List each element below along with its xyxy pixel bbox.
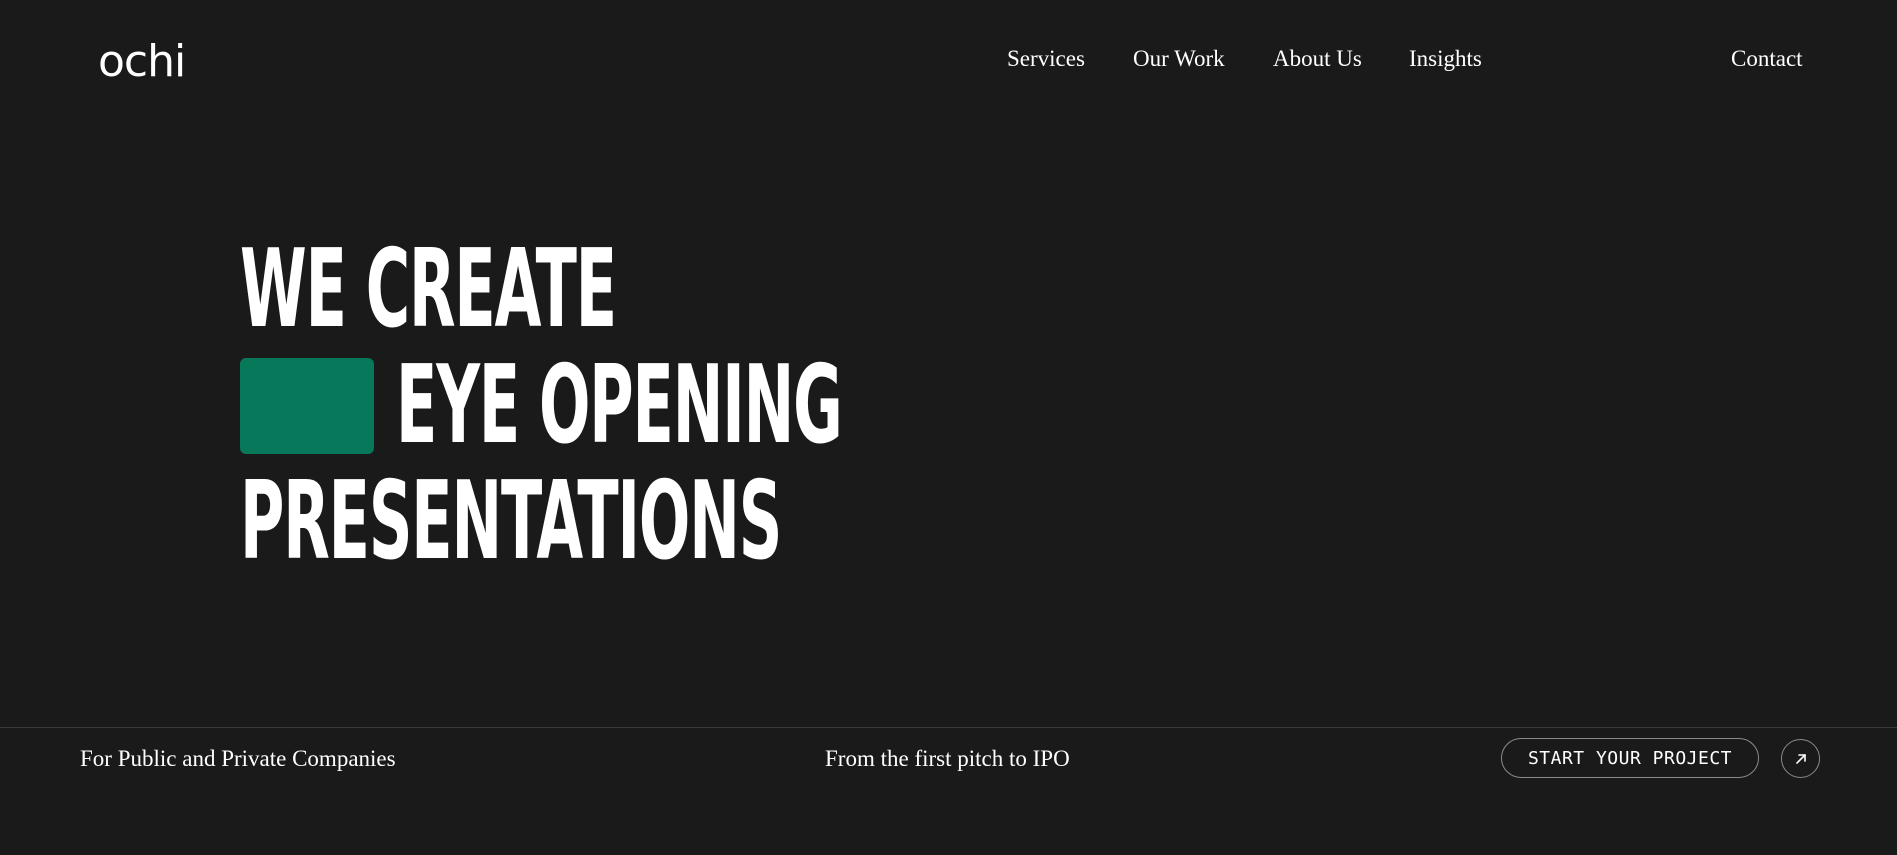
start-project-button[interactable]: START YOUR PROJECT <box>1501 738 1759 778</box>
footer-divider <box>0 727 1897 728</box>
nav-insights[interactable]: Insights <box>1409 44 1482 74</box>
logo-text: ochi <box>98 36 185 80</box>
ochi-logo-mark: ochi <box>98 36 186 80</box>
nav-about-us[interactable]: About Us <box>1273 44 1362 74</box>
nav-our-work[interactable]: Our Work <box>1133 44 1225 74</box>
nav-services[interactable]: Services <box>1007 44 1085 74</box>
hero-line-1-text: WE CREATE <box>240 227 617 352</box>
hero-line-2-text: EYE OPENING <box>396 343 843 468</box>
footer-center-text: From the first pitch to IPO <box>825 746 1070 771</box>
landing-page: ochi Services Our Work About Us Insights… <box>0 0 1897 855</box>
ochi-logo[interactable]: ochi <box>98 36 193 80</box>
nav-contact[interactable]: Contact <box>1731 44 1803 74</box>
hero-line-1: WE CREATE <box>240 232 1206 348</box>
hero-accent-image <box>240 358 374 454</box>
start-project-arrow-button[interactable] <box>1781 739 1820 778</box>
hero-line-3-text: PRESENTATIONS <box>240 459 782 584</box>
hero-line-2: EYE OPENING <box>240 348 1206 464</box>
arrow-up-right-icon <box>1795 753 1806 764</box>
footer-left-text: For Public and Private Companies <box>80 746 396 771</box>
hero-line-3: PRESENTATIONS <box>240 464 1206 580</box>
hero-heading: WE CREATE EYE OPENING PRESENTATIONS <box>240 232 1206 580</box>
start-project-label: START YOUR PROJECT <box>1527 747 1733 769</box>
